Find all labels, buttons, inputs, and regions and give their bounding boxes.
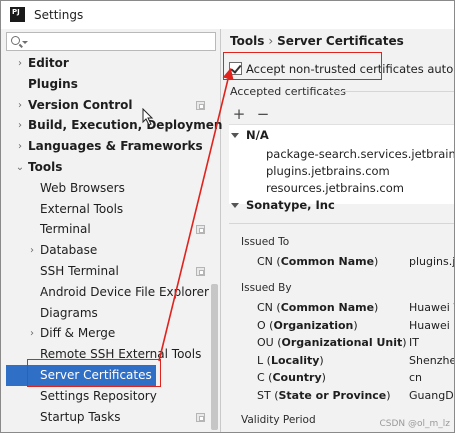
mouse-cursor-icon — [142, 108, 154, 126]
settings-window: Settings ›EditorPlugins›Version Control›… — [0, 0, 455, 433]
annotation-arrow — [158, 67, 234, 362]
watermark: CSDN @ol_m_lz — [379, 419, 450, 429]
